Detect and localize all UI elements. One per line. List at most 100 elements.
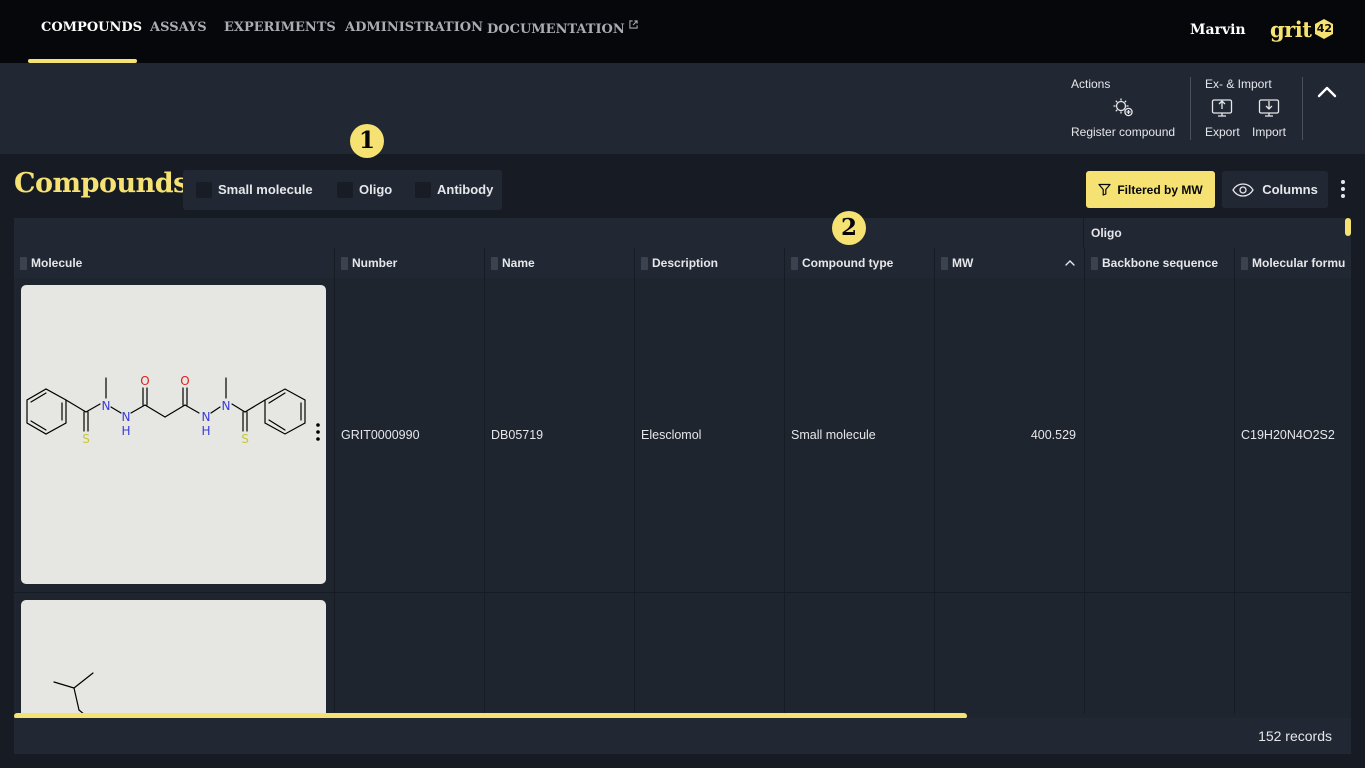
group-divider	[1083, 218, 1084, 248]
column-divider	[334, 278, 335, 714]
column-select-handle[interactable]	[941, 257, 948, 270]
grit42-logo[interactable]: grit 42	[1270, 14, 1335, 44]
column-header-label: Backbone sequence	[1102, 256, 1219, 270]
column-divider	[634, 278, 635, 714]
nav-documentation[interactable]: DOCUMENTATION	[487, 20, 638, 37]
elesclomol-structure-image: N N H O O N H N S S	[26, 374, 320, 446]
export-button[interactable]: Export	[1205, 95, 1240, 139]
logo-badge-number: 42	[1316, 22, 1333, 35]
nav-administration[interactable]: ADMINISTRATION	[345, 20, 483, 35]
small-molecule-checkbox[interactable]	[196, 182, 212, 198]
atom-label: S	[82, 432, 90, 446]
column-select-handle[interactable]	[1091, 257, 1098, 270]
column-select-handle[interactable]	[791, 257, 798, 270]
molecule-structure-image	[53, 672, 94, 714]
table-body: N N H O O N H N S S GRIT0000990 DB05719 …	[14, 278, 1351, 714]
actions-toolbar: Actions Register compound Ex- & Import E…	[0, 63, 1365, 154]
cell-name: DB05719	[491, 428, 544, 442]
column-header-label: Compound type	[802, 256, 894, 270]
import-label: Import	[1252, 125, 1287, 139]
structure-menu-icon[interactable]	[316, 423, 320, 441]
column-select-handle[interactable]	[1241, 257, 1248, 270]
more-options-icon[interactable]	[1336, 178, 1350, 200]
column-header-number[interactable]: Number	[334, 248, 484, 278]
antibody-checkbox[interactable]	[415, 182, 431, 198]
atom-label: H	[121, 424, 130, 438]
atom-label: O	[180, 374, 189, 388]
chevron-up-icon[interactable]	[1314, 79, 1340, 105]
filtered-by-mw-button[interactable]: Filtered by MW	[1086, 171, 1215, 208]
column-select-handle[interactable]	[20, 257, 27, 270]
nav-documentation-label: DOCUMENTATION	[487, 22, 625, 37]
sort-ascending-icon[interactable]	[1064, 257, 1076, 269]
step-marker-2: 2	[832, 211, 866, 245]
molecule-structure[interactable]: N N H O O N H N S S	[21, 285, 326, 584]
columns-button[interactable]: Columns	[1222, 171, 1328, 208]
logo-badge: 42	[1313, 18, 1335, 40]
cell-compound-type: Small molecule	[791, 428, 876, 442]
toolbar-divider	[1190, 77, 1191, 140]
column-divider	[1084, 278, 1085, 714]
columns-label: Columns	[1262, 182, 1318, 197]
column-select-handle[interactable]	[491, 257, 498, 270]
table-footer: 152 records	[14, 718, 1351, 754]
group-header-oligo: Oligo	[1091, 226, 1122, 240]
column-divider	[1234, 278, 1235, 714]
compounds-table: Oligo Molecule Number Name Description C…	[14, 218, 1351, 754]
column-divider	[784, 278, 785, 714]
top-navigation: COMPOUNDS ASSAYS EXPERIMENTS ADMINISTRAT…	[0, 0, 1365, 63]
atom-label: N	[102, 399, 111, 413]
nav-compounds[interactable]: COMPOUNDS	[41, 20, 142, 35]
column-header-name[interactable]: Name	[484, 248, 634, 278]
row-divider	[14, 592, 1351, 593]
molecule-structure[interactable]	[21, 600, 326, 714]
oligo-checkbox[interactable]	[337, 182, 353, 198]
antibody-label[interactable]: Antibody	[437, 182, 493, 197]
external-link-icon	[629, 20, 638, 29]
column-header-description[interactable]: Description	[634, 248, 784, 278]
column-select-handle[interactable]	[641, 257, 648, 270]
toolbar-divider	[1302, 77, 1303, 140]
column-header-molecular-formula[interactable]: Molecular formu	[1234, 248, 1351, 278]
page-title: Compounds	[14, 168, 188, 199]
vertical-scrollbar[interactable]	[1345, 218, 1351, 236]
eye-icon	[1232, 182, 1254, 197]
column-header-label: Description	[652, 256, 719, 270]
export-label: Export	[1205, 125, 1240, 139]
column-select-handle[interactable]	[341, 257, 348, 270]
user-name[interactable]: Marvin	[1190, 22, 1246, 38]
column-header-label: MW	[952, 256, 974, 270]
cell-molecular-formula: C19H20N4O2S2	[1241, 428, 1335, 442]
register-compound-label: Register compound	[1071, 125, 1176, 139]
oligo-label[interactable]: Oligo	[359, 182, 392, 197]
cell-number: GRIT0000990	[341, 428, 420, 442]
step-marker-1: 1	[350, 124, 384, 158]
compound-type-filter: Small molecule Oligo Antibody	[183, 170, 502, 210]
column-header-label: Number	[352, 256, 398, 270]
column-header-compound-type[interactable]: Compound type	[784, 248, 934, 278]
cell-description: Elesclomol	[641, 428, 702, 442]
column-header-mw[interactable]: MW	[934, 248, 1084, 278]
atom-label: N	[202, 410, 211, 424]
actions-group-label: Actions	[1071, 77, 1111, 91]
import-button[interactable]: Import	[1252, 95, 1286, 139]
import-icon	[1258, 99, 1280, 117]
register-compound-button[interactable]: Register compound	[1071, 95, 1175, 139]
export-icon	[1212, 99, 1233, 117]
records-count: 152 records	[1258, 728, 1332, 744]
column-divider	[934, 278, 935, 714]
column-group-row: Oligo	[14, 218, 1351, 248]
logo-text: grit	[1270, 16, 1312, 42]
column-header-molecule[interactable]: Molecule	[14, 248, 334, 278]
filter-icon	[1098, 183, 1111, 196]
register-compound-icon	[1113, 98, 1133, 117]
column-header-label: Molecule	[31, 256, 83, 270]
cell-mw: 400.529	[1030, 428, 1076, 442]
nav-assays[interactable]: ASSAYS	[150, 20, 207, 35]
nav-experiments[interactable]: EXPERIMENTS	[224, 20, 336, 35]
column-header-backbone-sequence[interactable]: Backbone sequence	[1084, 248, 1234, 278]
column-header-label: Molecular formu	[1252, 256, 1346, 270]
small-molecule-label[interactable]: Small molecule	[218, 182, 313, 197]
atom-label: O	[140, 374, 149, 388]
column-header-label: Name	[502, 256, 535, 270]
